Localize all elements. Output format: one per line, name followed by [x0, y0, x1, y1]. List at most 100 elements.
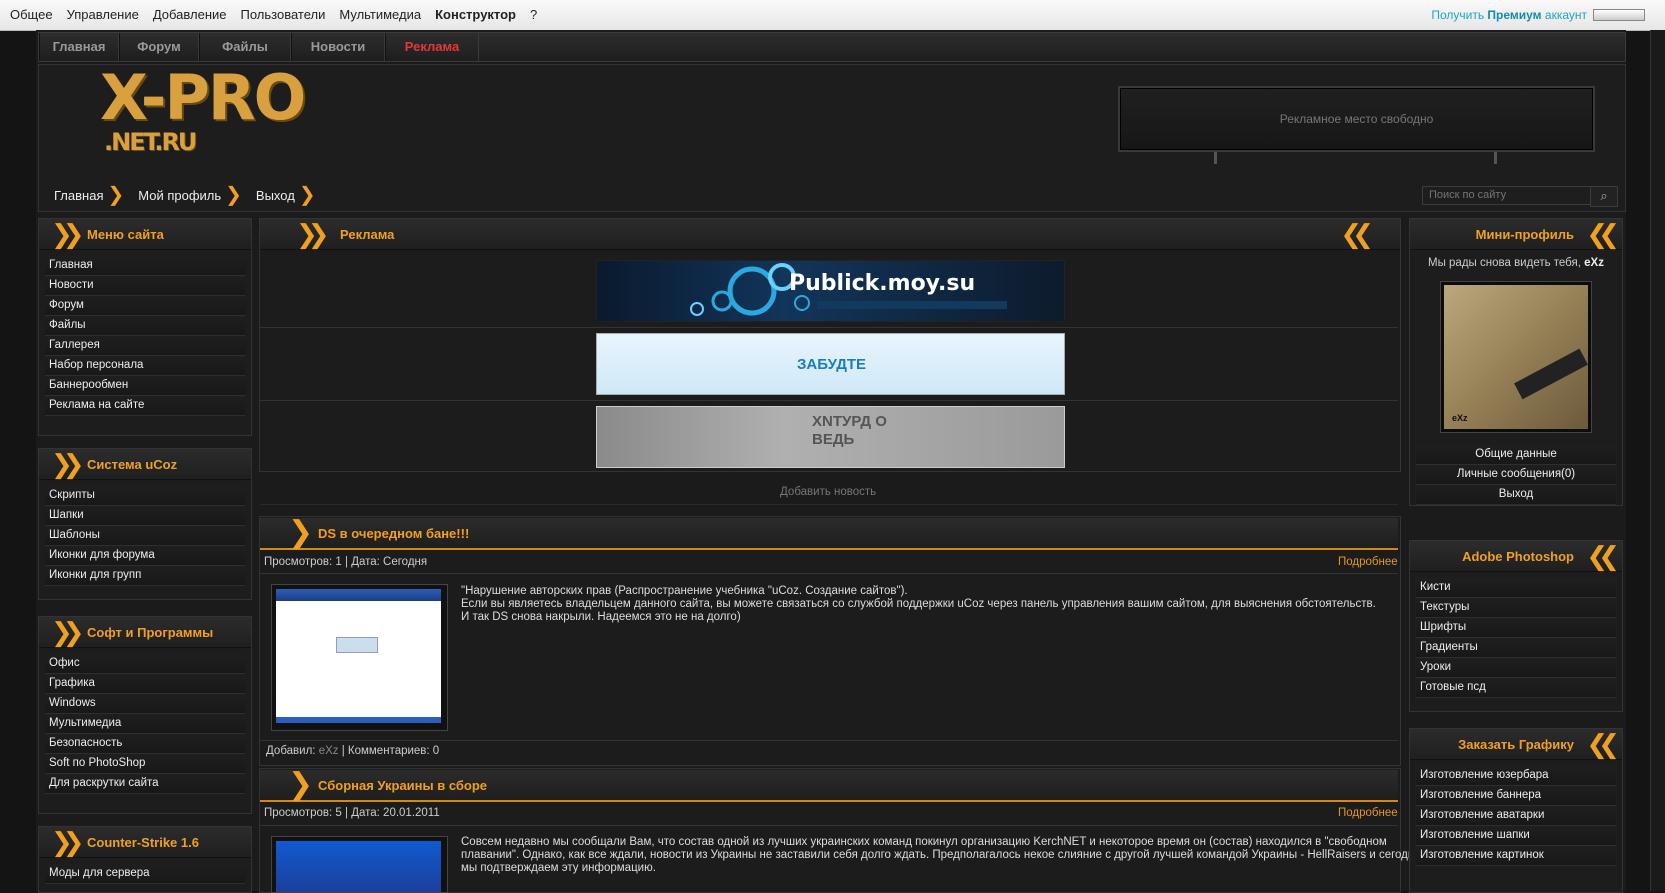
ps-item-lessons[interactable]: Уроки	[1416, 658, 1616, 678]
divider	[260, 825, 1398, 826]
ucoz-item-scripts[interactable]: Скрипты	[45, 486, 245, 506]
right-block-order-graphics: Заказать Графику ❮❮ Изготовление юзербар…	[1409, 728, 1623, 893]
ad-banner-publick[interactable]: Publick.moy.su	[596, 260, 1065, 322]
ad-banner-zabudte[interactable]: ЗАБУДТЕ	[596, 333, 1065, 395]
admin-menu: Общее Управление Добавление Пользователи…	[10, 7, 537, 22]
ps-item-psd[interactable]: Готовые псд	[1416, 678, 1616, 698]
left-block-cs16: ❯❯ Counter-Strike 1.6 Моды для сервера	[38, 826, 252, 893]
news-meta: Просмотров: 1 | Дата: Сегодня	[264, 556, 428, 568]
ad-peg-left	[1214, 152, 1217, 164]
admin-menu-add[interactable]: Добавление	[153, 7, 227, 22]
ucoz-item-templates[interactable]: Шаблоны	[45, 526, 245, 546]
menu-item-forum[interactable]: Форум	[45, 296, 245, 316]
order-item-header[interactable]: Изготовление шапки	[1416, 826, 1616, 846]
menu-item-files[interactable]: Файлы	[45, 316, 245, 336]
page-scrollbar[interactable]	[1650, 30, 1665, 891]
soft-item-graphics[interactable]: Графика	[45, 674, 245, 694]
user-nav-home[interactable]: Главная	[40, 188, 107, 203]
admin-menu-multimedia[interactable]: Мультимедиа	[339, 7, 421, 22]
chevron-right-icon: ❯	[288, 768, 313, 801]
order-item-pictures[interactable]: Изготовление картинок	[1416, 846, 1616, 866]
top-nav-news[interactable]: Новости	[291, 33, 385, 61]
double-chevron-icon: ❯❯	[296, 219, 329, 249]
read-more-link[interactable]: Подробнее	[1338, 556, 1398, 568]
top-nav-files[interactable]: Файлы	[199, 33, 291, 61]
preview-taskbar	[276, 717, 441, 723]
header-ad-slot[interactable]: Рекламное место свободно	[1118, 86, 1595, 152]
ad-peg-right	[1494, 152, 1497, 164]
news-text: Совсем недавно мы сообщали Вам, что сост…	[461, 836, 1420, 875]
soft-item-photoshop[interactable]: Soft по PhotoShop	[45, 754, 245, 774]
admin-bar-toggle[interactable]	[1593, 9, 1645, 21]
add-news-link[interactable]: Добавить новость	[780, 486, 876, 498]
avatar-caption: eXz	[1452, 413, 1468, 423]
block-header: ❯❯ Counter-Strike 1.6	[39, 827, 251, 858]
ucoz-item-forum-icons[interactable]: Иконки для форума	[45, 546, 245, 566]
soft-item-windows[interactable]: Windows	[45, 694, 245, 714]
admin-bar: Общее Управление Добавление Пользователи…	[0, 0, 1665, 31]
news-title[interactable]: Сборная Украины в сборе	[318, 778, 487, 793]
order-item-userbar[interactable]: Изготовление юзербара	[1416, 766, 1616, 786]
soft-item-multimedia[interactable]: Мультимедиа	[45, 714, 245, 734]
block-title: Adobe Photoshop	[1462, 549, 1574, 564]
admin-menu-manage[interactable]: Управление	[67, 7, 139, 22]
menu-item-banner-exchange[interactable]: Баннерообмен	[45, 376, 245, 396]
ucoz-item-headers[interactable]: Шапки	[45, 506, 245, 526]
ad-banner-grey[interactable]: ХNTУРД О ВЕДЬ	[596, 406, 1065, 468]
top-nav: Главная Форум Файлы Новости Реклама	[38, 32, 1626, 62]
user-nav-logout[interactable]: Выход	[242, 188, 299, 203]
soft-item-security[interactable]: Безопасность	[45, 734, 245, 754]
mini-profile-block: Мини-профиль ❮❮ Мы рады снова видеть теб…	[1409, 218, 1623, 506]
profile-link-general[interactable]: Общие данные	[1416, 445, 1616, 465]
site-logo[interactable]: X-PRO .NET.RU	[100, 66, 306, 155]
top-nav-ads[interactable]: Реклама	[385, 33, 479, 61]
news-thumbnail[interactable]	[271, 836, 448, 893]
soft-item-promotion[interactable]: Для раскрутки сайта	[45, 774, 245, 794]
menu-item-gallery[interactable]: Галлерея	[45, 336, 245, 356]
preview-dialog	[336, 637, 378, 653]
user-nav-profile[interactable]: Мой профиль	[124, 188, 225, 203]
admin-menu-general[interactable]: Общее	[10, 7, 53, 22]
preview-titlebar	[276, 589, 441, 601]
author-link[interactable]: eXz	[319, 745, 339, 757]
read-more-link[interactable]: Подробнее	[1338, 807, 1398, 819]
top-nav-home[interactable]: Главная	[39, 33, 119, 61]
profile-link-messages[interactable]: Личные сообщения(0)	[1416, 465, 1616, 485]
double-chevron-left-icon: ❮❮	[1586, 729, 1619, 759]
order-item-avatar[interactable]: Изготовление аватарки	[1416, 806, 1616, 826]
menu-item-advertising[interactable]: Реклама на сайте	[45, 396, 245, 416]
right-block-photoshop: Adobe Photoshop ❮❮ Кисти Текстуры Шрифты…	[1409, 540, 1623, 712]
premium-link[interactable]: Получить Премиум аккаунт	[1431, 8, 1587, 22]
news-text-line: плавании". Однако, как все ждали, новост…	[461, 849, 1421, 861]
news-meta: Просмотров: 5 | Дата: 20.01.2011	[264, 807, 440, 819]
ps-item-textures[interactable]: Текстуры	[1416, 598, 1616, 618]
double-chevron-icon: ❯❯	[51, 617, 84, 647]
ps-item-fonts[interactable]: Шрифты	[1416, 618, 1616, 638]
left-block-site-menu: ❯❯ Меню сайта Главная Новости Форум Файл…	[38, 218, 252, 436]
top-nav-forum[interactable]: Форум	[119, 33, 199, 61]
profile-link-logout[interactable]: Выход	[1416, 485, 1616, 505]
search-input[interactable]	[1422, 186, 1592, 205]
ps-item-gradients[interactable]: Градиенты	[1416, 638, 1616, 658]
ps-item-brushes[interactable]: Кисти	[1416, 578, 1616, 598]
block-header: ❯❯ Реклама ❮❮	[260, 219, 1400, 250]
chevron-right-icon: ❯	[288, 516, 313, 549]
menu-item-staff[interactable]: Набор персонала	[45, 356, 245, 376]
soft-item-office[interactable]: Офис	[45, 654, 245, 674]
menu-item-home[interactable]: Главная	[45, 256, 245, 276]
rifle-shape	[1514, 348, 1588, 400]
admin-menu-constructor[interactable]: Конструктор	[435, 7, 516, 22]
search-button[interactable]: ⌕	[1590, 186, 1618, 207]
cs-item-server-mods[interactable]: Моды для сервера	[45, 864, 245, 884]
news-thumbnail[interactable]	[271, 584, 448, 731]
admin-menu-help[interactable]: ?	[530, 7, 537, 22]
comments-count: | Комментариев: 0	[341, 745, 440, 757]
order-item-banner[interactable]: Изготовление баннера	[1416, 786, 1616, 806]
ucoz-item-group-icons[interactable]: Иконки для групп	[45, 566, 245, 586]
news-title[interactable]: DS в очередном бане!!!	[318, 526, 469, 541]
admin-menu-users[interactable]: Пользователи	[241, 7, 326, 22]
block-title: Реклама	[340, 227, 395, 242]
divider	[260, 327, 1398, 328]
menu-item-news[interactable]: Новости	[45, 276, 245, 296]
avatar[interactable]: eXz	[1440, 281, 1592, 433]
